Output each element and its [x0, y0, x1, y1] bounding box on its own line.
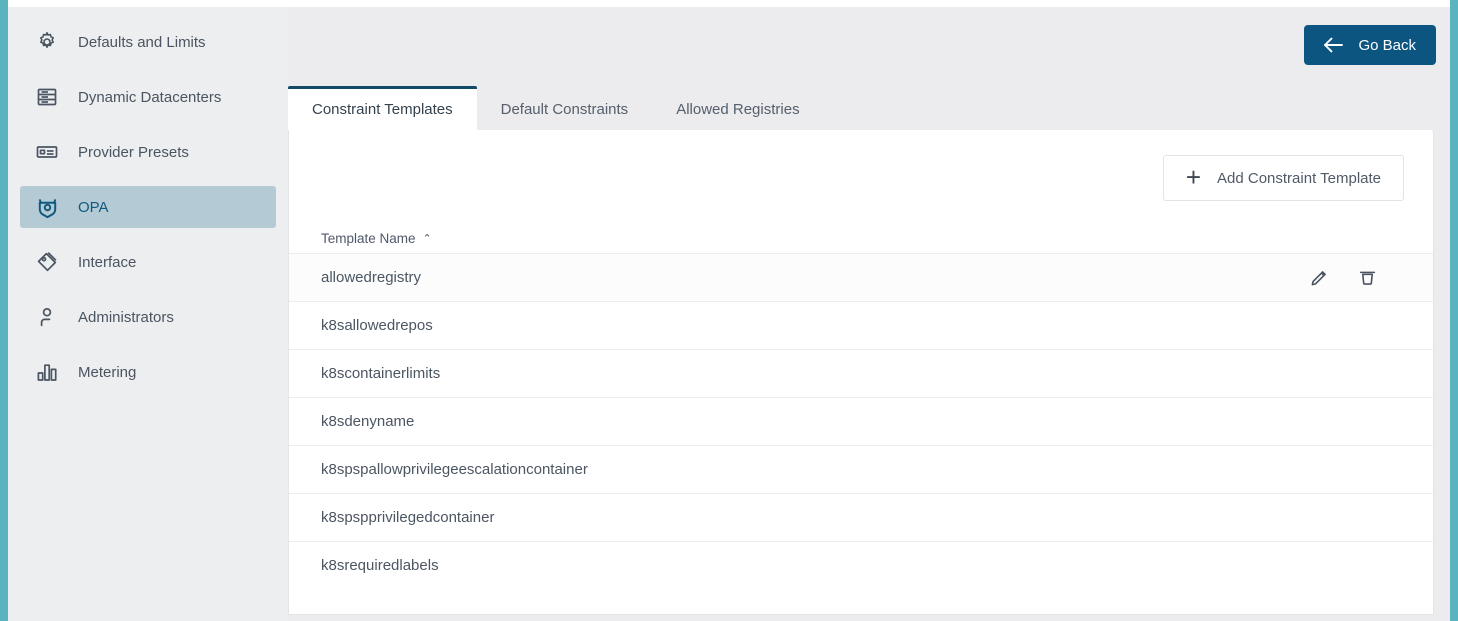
go-back-label: Go Back [1358, 37, 1416, 54]
add-constraint-template-label: Add Constraint Template [1217, 170, 1381, 187]
tab-bar: Constraint Templates Default Constraints… [288, 86, 824, 130]
sidebar-item-interface[interactable]: Interface [20, 241, 276, 283]
table-row[interactable]: k8sdenyname [289, 397, 1433, 445]
sidebar: Defaults and Limits Dynamic Datacenters [8, 7, 288, 621]
admin-settings-page: Defaults and Limits Dynamic Datacenters [0, 0, 1458, 621]
opa-owl-icon [34, 194, 60, 220]
go-back-button[interactable]: Go Back [1304, 25, 1436, 65]
gear-icon [34, 29, 60, 55]
sidebar-item-defaults-and-limits[interactable]: Defaults and Limits [20, 21, 276, 63]
sort-ascending-icon: ⌃ [423, 234, 432, 245]
table-row[interactable]: k8sallowedrepos [289, 301, 1433, 349]
table-row[interactable]: k8srequiredlabels [289, 541, 1433, 589]
sidebar-item-metering[interactable]: Metering [20, 351, 276, 393]
table-row[interactable]: k8scontainerlimits [289, 349, 1433, 397]
tab-allowed-registries[interactable]: Allowed Registries [652, 86, 823, 130]
table-row[interactable]: allowedregistry [289, 253, 1433, 301]
sidebar-item-label: Interface [78, 255, 136, 270]
template-name: k8srequiredlabels [321, 558, 439, 573]
id-card-icon [34, 139, 60, 165]
sidebar-item-label: Metering [78, 365, 136, 380]
sidebar-item-label: Defaults and Limits [78, 35, 206, 50]
person-icon [34, 304, 60, 330]
trash-icon [1358, 268, 1377, 287]
bar-chart-icon [34, 359, 60, 385]
edit-template-button[interactable] [1308, 267, 1330, 289]
left-accent-rail [0, 0, 8, 621]
table-row[interactable]: k8spspprivilegedcontainer [289, 493, 1433, 541]
template-name: k8spspallowprivilegeescalationcontainer [321, 462, 588, 477]
sidebar-item-dynamic-datacenters[interactable]: Dynamic Datacenters [20, 76, 276, 118]
tab-constraint-templates[interactable]: Constraint Templates [288, 86, 477, 130]
table-header-row: Template Name ⌃ [289, 223, 1433, 253]
tag-icon [34, 249, 60, 275]
sidebar-item-opa[interactable]: OPA [20, 186, 276, 228]
template-name: k8sallowedrepos [321, 318, 433, 333]
template-name: k8sdenyname [321, 414, 414, 429]
constraint-templates-table: Template Name ⌃ allowedregistry [289, 223, 1433, 589]
table-row[interactable]: k8spspallowprivilegeescalationcontainer [289, 445, 1433, 493]
sidebar-item-provider-presets[interactable]: Provider Presets [20, 131, 276, 173]
add-constraint-template-button[interactable]: + Add Constraint Template [1163, 155, 1404, 201]
panel-toolbar: + Add Constraint Template [289, 130, 1433, 223]
top-edge-strip [8, 0, 1450, 7]
topbar: Go Back [288, 7, 1450, 83]
arrow-left-icon [1322, 36, 1344, 54]
constraint-templates-panel: + Add Constraint Template Template Name … [288, 130, 1434, 615]
template-name: k8spspprivilegedcontainer [321, 510, 494, 525]
column-header-label: Template Name [321, 231, 416, 246]
right-accent-rail [1450, 0, 1458, 621]
tab-label: Default Constraints [501, 101, 629, 118]
pencil-icon [1310, 268, 1329, 287]
tab-label: Constraint Templates [312, 101, 453, 118]
column-header-template-name[interactable]: Template Name ⌃ [321, 231, 432, 246]
tab-label: Allowed Registries [676, 101, 799, 118]
delete-template-button[interactable] [1356, 267, 1378, 289]
plus-icon: + [1186, 164, 1201, 190]
sidebar-item-administrators[interactable]: Administrators [20, 296, 276, 338]
template-name: allowedregistry [321, 270, 421, 285]
tab-default-constraints[interactable]: Default Constraints [477, 86, 653, 130]
row-actions [1308, 267, 1401, 289]
sidebar-item-label: OPA [78, 200, 109, 215]
sidebar-item-label: Dynamic Datacenters [78, 90, 221, 105]
template-name: k8scontainerlimits [321, 366, 440, 381]
sidebar-item-label: Administrators [78, 310, 174, 325]
sidebar-item-label: Provider Presets [78, 145, 189, 160]
datacenter-list-icon [34, 84, 60, 110]
